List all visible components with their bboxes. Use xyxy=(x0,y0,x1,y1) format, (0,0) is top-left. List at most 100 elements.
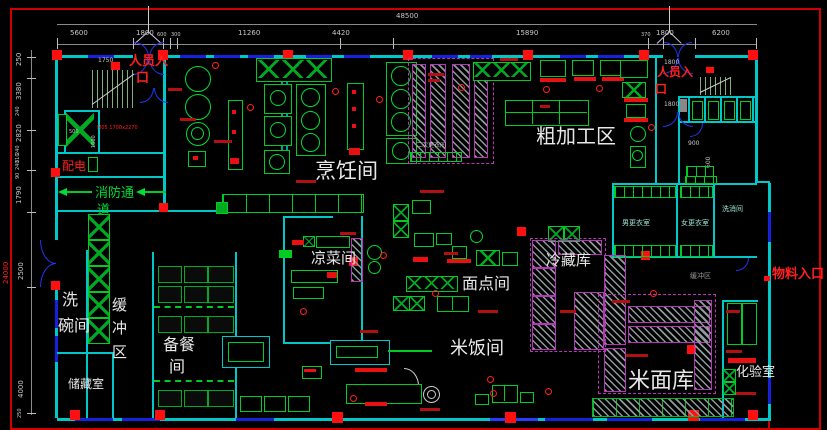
door-leaf xyxy=(140,88,154,103)
dim-left-250b: 250 xyxy=(18,408,23,418)
equipment-table xyxy=(476,250,500,266)
red-annotation xyxy=(447,259,471,263)
equipment-unit xyxy=(475,394,489,405)
equipment-sink xyxy=(723,369,736,382)
wall-lab xyxy=(722,300,758,302)
dim-stair: 1750 xyxy=(98,58,113,64)
dim-tick xyxy=(170,38,171,49)
equipment-sink xyxy=(303,236,315,247)
room-label-men-changing: 男更衣室 xyxy=(622,218,650,228)
rack xyxy=(532,268,556,296)
red-annotation xyxy=(624,118,648,122)
table-divider xyxy=(504,385,505,401)
dim-top-15890: 15890 xyxy=(516,30,538,37)
dim-top-370: 370 xyxy=(641,33,651,38)
dish-machine xyxy=(88,318,110,344)
red-marker xyxy=(230,158,239,164)
prep-table xyxy=(184,390,208,407)
equipment-burner xyxy=(301,133,320,152)
elevator-tag: M05 1700x2270 xyxy=(97,126,138,132)
equipment-bar xyxy=(388,350,432,352)
red-marker xyxy=(432,290,439,297)
equipment-counter xyxy=(222,194,364,213)
equipment-unit xyxy=(620,60,648,78)
table-cell xyxy=(407,277,422,289)
dim-left-3380: 3380 xyxy=(16,82,23,100)
red-annotation xyxy=(296,180,316,183)
red-marker xyxy=(764,276,770,281)
red-annotation xyxy=(420,408,440,411)
equipment-burner xyxy=(270,90,286,106)
prep-table xyxy=(208,286,234,303)
red-annotation xyxy=(540,78,566,82)
red-marker xyxy=(232,110,236,114)
window xyxy=(545,418,593,421)
red-annotation xyxy=(726,310,740,313)
locker-row xyxy=(680,245,713,257)
red-annotation xyxy=(168,88,182,91)
dim-tick xyxy=(57,38,58,49)
room-label-cold-storage: 冷藏库 xyxy=(546,253,591,269)
dish-machine xyxy=(88,240,110,266)
equipment-unit xyxy=(412,200,431,214)
column-marker xyxy=(51,281,60,290)
wall-coldish xyxy=(283,216,333,218)
equipment-mixer xyxy=(470,230,483,243)
equipment-steamer xyxy=(393,204,409,221)
room-label-grain-storage: 米面库 xyxy=(628,370,694,393)
equipment-hood-cell xyxy=(306,60,328,78)
table-divider xyxy=(452,296,453,310)
room-label-buffer: 缓冲区 xyxy=(112,294,129,364)
room-label-storeroom: 储藏室 xyxy=(68,378,104,391)
cad-floorplan-canvas[interactable]: 48500 5600 1800 600 300 11260 4420 15890… xyxy=(0,0,827,430)
column-marker xyxy=(748,410,758,420)
dim-total-width: 48500 xyxy=(396,13,418,20)
equipment-soup-pot xyxy=(185,66,211,92)
door-leaf xyxy=(154,88,168,103)
window xyxy=(236,418,274,421)
column-marker xyxy=(70,410,80,420)
column-marker xyxy=(52,50,62,60)
red-annotation xyxy=(420,190,444,193)
dim-tick xyxy=(393,38,394,49)
stall-partition xyxy=(720,98,722,121)
window xyxy=(560,55,586,58)
red-marker xyxy=(332,88,339,95)
dish-machine xyxy=(88,214,110,240)
elevator-counterweight xyxy=(58,114,67,146)
entrance-staff-right: 口 xyxy=(655,83,667,96)
dim-tick xyxy=(695,38,696,49)
equipment-unit xyxy=(293,287,324,299)
dim-top-11260: 11260 xyxy=(238,30,260,37)
wall-prep xyxy=(235,252,237,418)
room-label-prep: 备餐 xyxy=(163,336,203,354)
prep-table xyxy=(184,266,208,283)
arrow-left-icon xyxy=(136,188,145,196)
dim-left-240: 240 xyxy=(16,106,21,116)
equipment-sink xyxy=(511,63,528,77)
dim-elev-1600: 1600 xyxy=(92,135,97,148)
dim-top-600: 600 xyxy=(157,33,167,38)
locker-row xyxy=(614,186,676,198)
room-label-dishwash: 洗 xyxy=(62,292,78,309)
equipment-unit xyxy=(240,396,262,412)
dish-machine xyxy=(88,266,110,292)
column-marker xyxy=(155,410,165,420)
dim-left-250: 250 xyxy=(16,53,23,66)
red-marker xyxy=(648,124,655,131)
window xyxy=(55,336,58,362)
column-marker xyxy=(159,203,168,212)
room-label-power: 配电 xyxy=(62,160,86,173)
red-annotation xyxy=(726,350,742,353)
equipment-worktable xyxy=(505,100,589,126)
equipment-shelf xyxy=(316,236,350,248)
red-marker xyxy=(350,395,357,402)
red-annotation xyxy=(540,105,550,108)
window xyxy=(768,378,771,404)
prep-table xyxy=(208,390,234,407)
red-annotation xyxy=(292,240,304,245)
room-label-buffer-small: 缓冲区 xyxy=(690,271,711,281)
equipment-unit xyxy=(264,396,286,412)
red-marker xyxy=(300,308,307,315)
equipment-sink xyxy=(723,382,736,395)
